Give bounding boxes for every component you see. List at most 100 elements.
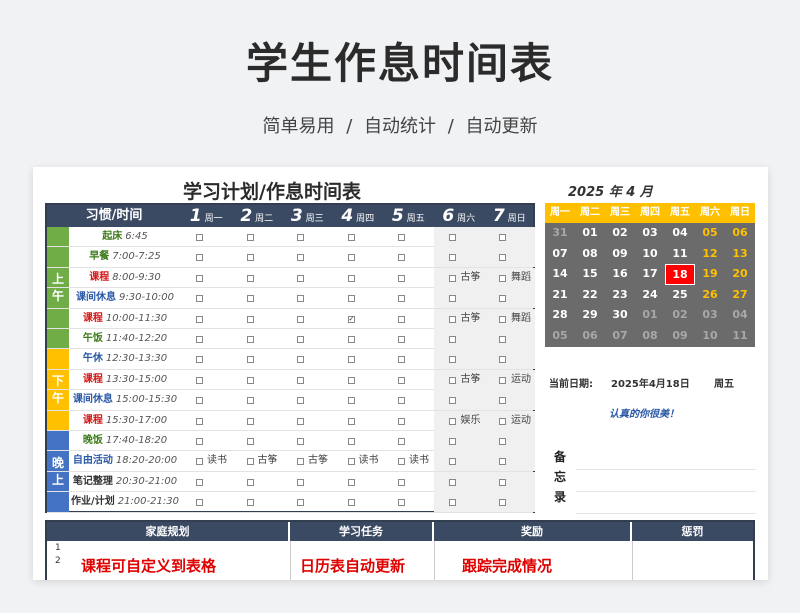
checkbox[interactable] bbox=[499, 438, 506, 445]
calendar-day[interactable]: 22 bbox=[575, 285, 605, 306]
calendar-day[interactable]: 01 bbox=[575, 223, 605, 244]
checkbox[interactable] bbox=[297, 254, 304, 262]
checkbox[interactable] bbox=[347, 478, 355, 486]
checkbox[interactable] bbox=[347, 438, 355, 445]
checkbox[interactable] bbox=[196, 478, 203, 486]
checkbox[interactable] bbox=[448, 438, 456, 445]
checkbox[interactable] bbox=[448, 274, 456, 282]
checkbox[interactable] bbox=[196, 315, 203, 323]
memo-line[interactable] bbox=[576, 491, 756, 492]
checkbox[interactable] bbox=[398, 417, 405, 425]
checkbox[interactable] bbox=[196, 458, 203, 466]
checkbox[interactable] bbox=[246, 478, 254, 486]
checkbox[interactable] bbox=[448, 295, 456, 303]
calendar-today[interactable]: 18 bbox=[665, 264, 695, 285]
calendar-day[interactable]: 21 bbox=[545, 285, 575, 306]
checkbox[interactable] bbox=[246, 417, 254, 425]
checkbox[interactable] bbox=[196, 376, 203, 384]
calendar-day[interactable]: 20 bbox=[725, 264, 755, 285]
checkbox[interactable] bbox=[398, 274, 405, 282]
checkbox[interactable] bbox=[196, 499, 203, 507]
checkbox[interactable] bbox=[246, 458, 254, 466]
checkbox[interactable] bbox=[347, 376, 355, 384]
calendar-day[interactable]: 10 bbox=[635, 244, 665, 265]
checkbox[interactable] bbox=[398, 356, 405, 364]
checkbox[interactable] bbox=[448, 417, 456, 425]
calendar-day[interactable]: 17 bbox=[635, 264, 665, 285]
calendar-day[interactable]: 03 bbox=[635, 223, 665, 244]
checkbox[interactable] bbox=[297, 499, 304, 507]
calendar-day[interactable]: 25 bbox=[665, 285, 695, 306]
checkbox[interactable] bbox=[499, 274, 506, 282]
checkbox[interactable] bbox=[246, 336, 254, 343]
checkbox[interactable] bbox=[347, 499, 355, 507]
checkbox[interactable] bbox=[297, 274, 304, 282]
checkbox[interactable] bbox=[499, 397, 506, 405]
calendar-day[interactable]: 29 bbox=[575, 305, 605, 326]
calendar-day[interactable]: 05 bbox=[695, 223, 725, 244]
calendar-day[interactable]: 14 bbox=[545, 264, 575, 285]
checkbox[interactable] bbox=[398, 336, 405, 343]
checkbox[interactable] bbox=[347, 417, 355, 425]
calendar-day[interactable]: 10 bbox=[695, 326, 725, 347]
checkbox[interactable] bbox=[347, 234, 355, 241]
checkbox[interactable] bbox=[196, 397, 203, 405]
calendar-day[interactable]: 11 bbox=[665, 244, 695, 265]
checkbox[interactable] bbox=[297, 234, 304, 241]
calendar-day[interactable]: 08 bbox=[635, 326, 665, 347]
calendar-day[interactable]: 16 bbox=[605, 264, 635, 285]
checkbox[interactable] bbox=[499, 315, 506, 323]
calendar-day[interactable]: 31 bbox=[545, 223, 575, 244]
calendar-day[interactable]: 26 bbox=[695, 285, 725, 306]
checkbox[interactable] bbox=[196, 254, 203, 262]
checkbox[interactable] bbox=[499, 499, 506, 507]
checkbox[interactable] bbox=[398, 295, 405, 303]
checkbox[interactable] bbox=[297, 458, 304, 466]
checkbox[interactable] bbox=[196, 336, 203, 343]
checkbox[interactable] bbox=[297, 376, 304, 384]
checkbox[interactable] bbox=[196, 417, 203, 425]
calendar-day[interactable]: 04 bbox=[725, 305, 755, 326]
calendar-day[interactable]: 23 bbox=[605, 285, 635, 306]
checkbox[interactable] bbox=[246, 254, 254, 262]
calendar-day[interactable]: 01 bbox=[635, 305, 665, 326]
checkbox[interactable] bbox=[347, 295, 355, 303]
checkbox[interactable] bbox=[246, 234, 254, 241]
checkbox[interactable] bbox=[499, 417, 506, 425]
checkbox[interactable] bbox=[246, 499, 254, 507]
checkbox[interactable] bbox=[448, 397, 456, 405]
checkbox[interactable] bbox=[297, 478, 304, 486]
checkbox[interactable] bbox=[448, 499, 456, 507]
calendar-day[interactable]: 13 bbox=[725, 244, 755, 265]
checkbox[interactable] bbox=[448, 376, 456, 384]
memo-line[interactable] bbox=[576, 469, 756, 470]
checkbox[interactable] bbox=[448, 234, 456, 241]
calendar-day[interactable]: 03 bbox=[695, 305, 725, 326]
calendar-day[interactable]: 07 bbox=[605, 326, 635, 347]
calendar-day[interactable]: 05 bbox=[545, 326, 575, 347]
checkbox[interactable] bbox=[297, 438, 304, 445]
checkbox[interactable] bbox=[246, 376, 254, 384]
checkbox[interactable] bbox=[448, 356, 456, 364]
checkbox[interactable] bbox=[398, 234, 405, 241]
calendar-day[interactable]: 15 bbox=[575, 264, 605, 285]
checkbox[interactable] bbox=[499, 478, 506, 486]
checkbox[interactable] bbox=[196, 274, 203, 282]
calendar-day[interactable]: 28 bbox=[545, 305, 575, 326]
checkbox[interactable] bbox=[499, 295, 506, 303]
checkbox[interactable] bbox=[448, 254, 456, 262]
checkbox[interactable] bbox=[398, 478, 405, 486]
calendar-day[interactable]: 19 bbox=[695, 264, 725, 285]
checkbox[interactable] bbox=[448, 315, 456, 323]
checkbox[interactable] bbox=[196, 438, 203, 445]
checkbox[interactable] bbox=[196, 356, 203, 364]
calendar-day[interactable]: 02 bbox=[665, 305, 695, 326]
checkbox[interactable] bbox=[246, 274, 254, 282]
checkbox[interactable] bbox=[297, 336, 304, 343]
calendar-day[interactable]: 08 bbox=[575, 244, 605, 265]
checkbox[interactable] bbox=[499, 254, 506, 262]
checkbox[interactable] bbox=[347, 254, 355, 262]
checkbox[interactable] bbox=[297, 315, 304, 323]
calendar-day[interactable]: 04 bbox=[665, 223, 695, 244]
checkbox[interactable] bbox=[347, 356, 355, 364]
